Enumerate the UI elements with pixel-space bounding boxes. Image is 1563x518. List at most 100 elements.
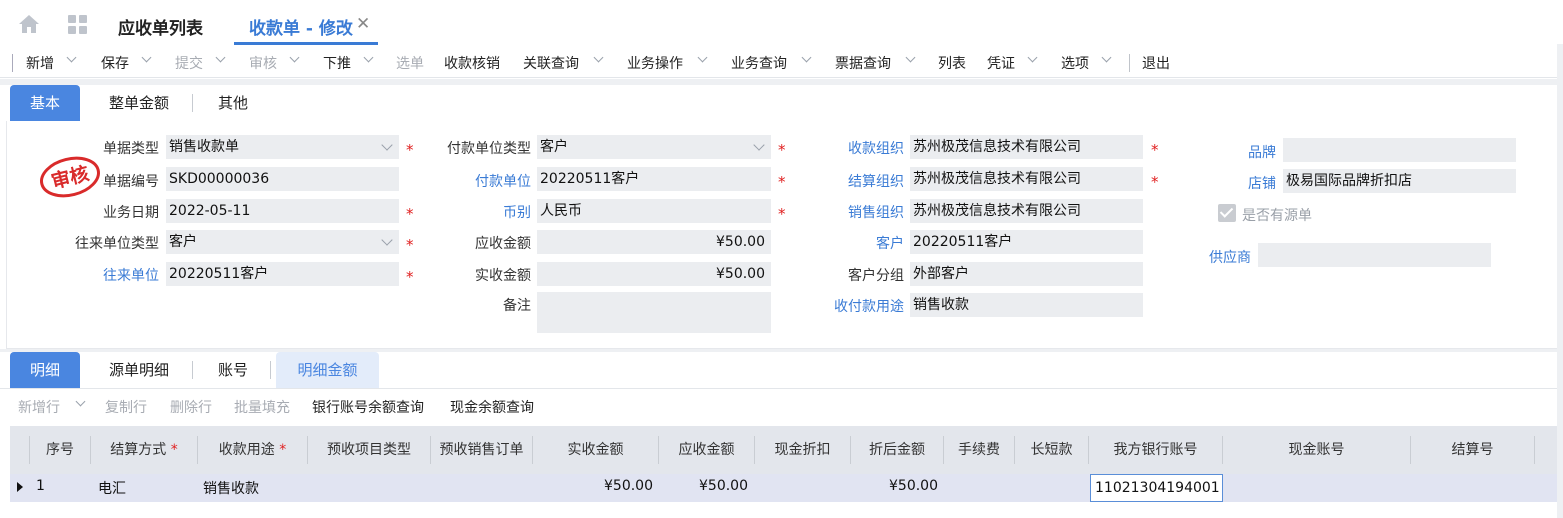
- select-doc-button[interactable]: 选单: [396, 53, 424, 73]
- table-row[interactable]: 1 电汇 销售收款 ¥50.00 ¥50.00 ¥50.00 110213041…: [10, 474, 1563, 502]
- col-header-after-discount[interactable]: 折后金额: [851, 436, 943, 464]
- audit-button[interactable]: 审核: [249, 53, 277, 73]
- col-header-received[interactable]: 实收金额: [533, 436, 658, 464]
- chevron-down-icon[interactable]: [381, 234, 393, 246]
- customer-label[interactable]: 客户: [800, 233, 904, 253]
- received-amount-field: ¥50.00: [537, 262, 771, 286]
- partner-field[interactable]: 20220511客户: [166, 262, 399, 286]
- biz-date-field[interactable]: 2022-05-11: [166, 199, 399, 223]
- related-query-button[interactable]: 关联查询: [523, 53, 579, 73]
- business-query-button[interactable]: 业务查询: [731, 53, 787, 73]
- bank-balance-query-button[interactable]: 银行账号余额查询: [312, 397, 424, 417]
- payer-type-select[interactable]: 客户: [537, 135, 771, 159]
- store-field[interactable]: 极易国际品牌折扣店: [1283, 169, 1516, 193]
- col-header-bank-account[interactable]: 我方银行账号: [1089, 436, 1222, 464]
- doc-no-field[interactable]: SKD00000036: [166, 167, 399, 191]
- voucher-button[interactable]: 凭证: [987, 53, 1015, 73]
- chevron-down-icon[interactable]: [215, 54, 227, 66]
- col-header-receivable[interactable]: 应收金额: [659, 436, 754, 464]
- supplier-field[interactable]: [1258, 243, 1491, 267]
- chevron-down-icon[interactable]: [141, 54, 153, 66]
- close-icon[interactable]: ✕: [356, 14, 370, 34]
- col-header-settle-method[interactable]: 结算方式 *: [91, 436, 197, 464]
- payer-label[interactable]: 付款单位: [420, 171, 531, 191]
- chevron-down-icon[interactable]: [66, 54, 78, 66]
- push-down-button[interactable]: 下推: [323, 53, 351, 73]
- col-header-seq[interactable]: 序号: [30, 436, 90, 464]
- options-button[interactable]: 选项: [1061, 53, 1089, 73]
- supplier-label[interactable]: 供应商: [1180, 247, 1251, 267]
- chevron-down-icon[interactable]: [593, 54, 605, 66]
- tab-detail-amount[interactable]: 明细金额: [276, 352, 379, 388]
- tab-source-detail[interactable]: 源单明细: [94, 352, 184, 388]
- tab-account[interactable]: 账号: [202, 352, 264, 388]
- new-button[interactable]: 新增: [26, 53, 54, 73]
- vertical-scrollbar[interactable]: [1557, 44, 1563, 518]
- business-ops-button[interactable]: 业务操作: [627, 53, 683, 73]
- has-source-checkbox[interactable]: [1218, 204, 1236, 222]
- store-label[interactable]: 店铺: [1200, 173, 1276, 193]
- currency-field[interactable]: 人民币: [537, 199, 771, 223]
- list-button[interactable]: 列表: [938, 53, 966, 73]
- save-button[interactable]: 保存: [101, 53, 129, 73]
- brand-field[interactable]: [1283, 138, 1516, 162]
- chevron-down-icon[interactable]: [753, 139, 765, 151]
- customer-group-field[interactable]: 外部客户: [910, 262, 1143, 286]
- tab-detail[interactable]: 明细: [10, 352, 80, 388]
- cell-received[interactable]: ¥50.00: [533, 478, 653, 494]
- col-header-cash-account[interactable]: 现金账号: [1223, 436, 1410, 464]
- payer-field[interactable]: 20220511客户: [537, 167, 771, 191]
- chevron-down-icon[interactable]: [697, 54, 709, 66]
- col-header-over-short[interactable]: 长短款: [1015, 436, 1088, 464]
- copy-row-button[interactable]: 复制行: [105, 397, 147, 417]
- tab-other[interactable]: 其他: [202, 85, 264, 121]
- settle-org-label[interactable]: 结算组织: [800, 171, 904, 191]
- col-header-cash-discount[interactable]: 现金折扣: [755, 436, 850, 464]
- apps-grid-icon[interactable]: [68, 15, 88, 35]
- customer-field[interactable]: 20220511客户: [910, 230, 1143, 254]
- tab-basic[interactable]: 基本: [10, 85, 80, 121]
- partner-type-select[interactable]: 客户: [166, 230, 399, 254]
- required-mark: *: [778, 141, 786, 159]
- cash-balance-query-button[interactable]: 现金余额查询: [450, 397, 534, 417]
- chevron-down-icon[interactable]: [1027, 54, 1039, 66]
- purpose-label[interactable]: 收付款用途: [800, 296, 904, 316]
- cell-purpose[interactable]: 销售收款: [203, 478, 259, 498]
- add-row-button[interactable]: 新增行: [18, 397, 60, 417]
- settle-org-field[interactable]: 苏州极茂信息技术有限公司: [910, 167, 1143, 191]
- tab-total-amount[interactable]: 整单金额: [96, 85, 182, 121]
- receipt-writeoff-button[interactable]: 收款核销: [444, 53, 500, 73]
- chevron-down-icon[interactable]: [363, 54, 375, 66]
- delete-row-button[interactable]: 删除行: [170, 397, 212, 417]
- partner-label[interactable]: 往来单位: [60, 265, 159, 285]
- remark-field[interactable]: [537, 292, 771, 333]
- doc-type-select[interactable]: 销售收款单: [166, 135, 399, 159]
- col-header-prepay-order[interactable]: 预收销售订单: [431, 436, 532, 464]
- cell-bank-account-editor[interactable]: 11021304194001: [1090, 474, 1223, 502]
- chevron-down-icon[interactable]: [905, 54, 917, 66]
- purpose-field[interactable]: 销售收款: [910, 293, 1143, 317]
- chevron-down-icon[interactable]: [289, 54, 301, 66]
- col-header-fee[interactable]: 手续费: [944, 436, 1014, 464]
- cell-settle-method[interactable]: 电汇: [98, 478, 126, 498]
- brand-label[interactable]: 品牌: [1200, 142, 1276, 162]
- sales-org-label[interactable]: 销售组织: [800, 202, 904, 222]
- chevron-down-icon[interactable]: [1101, 54, 1113, 66]
- col-header-settle-no[interactable]: 结算号: [1411, 436, 1534, 464]
- submit-button[interactable]: 提交: [175, 53, 203, 73]
- currency-label[interactable]: 币别: [420, 202, 531, 222]
- col-header-purpose[interactable]: 收款用途 *: [198, 436, 307, 464]
- tab-receipt-edit[interactable]: 收款单 - 修改: [249, 14, 353, 39]
- chevron-down-icon[interactable]: [801, 54, 813, 66]
- col-header-prepay-type[interactable]: 预收项目类型: [308, 436, 430, 464]
- sales-org-field[interactable]: 苏州极茂信息技术有限公司: [910, 199, 1143, 223]
- batch-fill-button[interactable]: 批量填充: [234, 397, 290, 417]
- exit-button[interactable]: 退出: [1142, 53, 1170, 73]
- recv-org-field[interactable]: 苏州极茂信息技术有限公司: [910, 135, 1143, 159]
- bill-query-button[interactable]: 票据查询: [835, 53, 891, 73]
- tab-receivable-list[interactable]: 应收单列表: [118, 14, 203, 39]
- chevron-down-icon[interactable]: [381, 139, 393, 151]
- home-icon[interactable]: [18, 14, 40, 34]
- recv-org-label[interactable]: 收款组织: [800, 138, 904, 158]
- chevron-down-icon[interactable]: [75, 398, 87, 410]
